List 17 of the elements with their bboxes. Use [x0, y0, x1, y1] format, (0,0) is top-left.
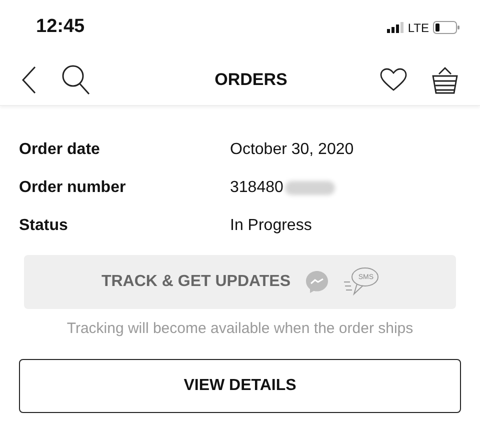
detail-value: 318480	[230, 178, 284, 198]
network-label: LTE	[408, 20, 429, 36]
detail-value: October 30, 2020	[230, 140, 354, 160]
battery-icon	[433, 21, 460, 34]
favorites-button[interactable]	[380, 67, 408, 93]
detail-value: In Progress	[230, 216, 312, 236]
detail-label: Status	[19, 216, 69, 236]
detail-label: Order date	[19, 140, 101, 160]
detail-label: Order number	[19, 178, 127, 198]
basket-button[interactable]	[432, 65, 458, 95]
status-time: 12:45	[36, 15, 85, 40]
search-button[interactable]	[62, 65, 92, 95]
signal-icon	[386, 22, 404, 33]
view-details-button[interactable]: VIEW DETAILS	[19, 358, 461, 412]
tracking-note: Tracking will become available when the order ships	[66, 319, 414, 339]
page-title: ORDERS	[214, 69, 288, 92]
messenger-icon	[304, 270, 329, 294]
